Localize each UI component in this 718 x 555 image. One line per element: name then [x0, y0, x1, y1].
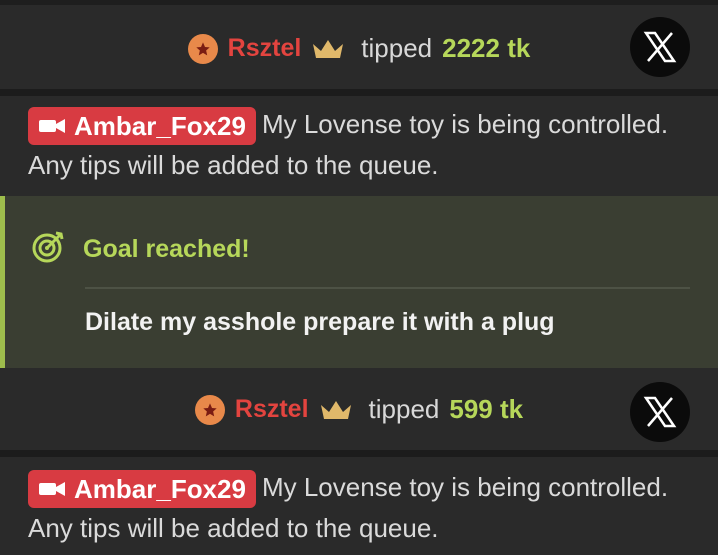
divider [0, 450, 718, 458]
tipped-label: tipped [361, 33, 433, 63]
tip-notification: Rsztel tipped 599 tk [0, 368, 718, 451]
tip-amount: 599 tk [449, 394, 524, 425]
video-camera-icon [39, 119, 65, 134]
tip-content: Rsztel tipped 2222 tk [0, 33, 718, 64]
crown-icon [311, 38, 345, 60]
tipper-username[interactable]: Rsztel [228, 34, 302, 63]
user-tag[interactable]: Ambar_Fox29 [28, 470, 256, 509]
x-logo-icon[interactable] [630, 382, 690, 443]
tip-notification: Rsztel tipped 2222 tk [0, 5, 718, 89]
x-logo-icon[interactable] [630, 17, 690, 77]
tip-content: Rsztel tipped 599 tk [0, 394, 718, 425]
chat-message: Ambar_Fox29 My Lovense toy is being cont… [0, 457, 718, 555]
star-badge-icon [187, 33, 218, 64]
message-username: Ambar_Fox29 [74, 473, 246, 504]
goal-title: Goal reached! [83, 235, 250, 264]
tipper-username[interactable]: Rsztel [235, 395, 309, 424]
chat-message: Ambar_Fox29 My Lovense toy is being cont… [0, 96, 718, 193]
goal-banner: Goal reached! Dilate my asshole prepare … [0, 196, 718, 369]
tipped-label: tipped [368, 394, 440, 425]
video-camera-icon [39, 482, 65, 497]
crown-icon [319, 399, 353, 421]
goal-text: Dilate my asshole prepare it with a plug [85, 308, 555, 337]
goal-header: Goal reached! [31, 230, 250, 269]
goal-divider [85, 287, 690, 290]
message-username: Ambar_Fox29 [74, 110, 246, 141]
divider [0, 89, 718, 96]
target-icon [31, 230, 65, 269]
star-badge-icon [194, 394, 225, 425]
tip-amount: 2222 tk [442, 33, 531, 63]
user-tag[interactable]: Ambar_Fox29 [28, 107, 256, 146]
